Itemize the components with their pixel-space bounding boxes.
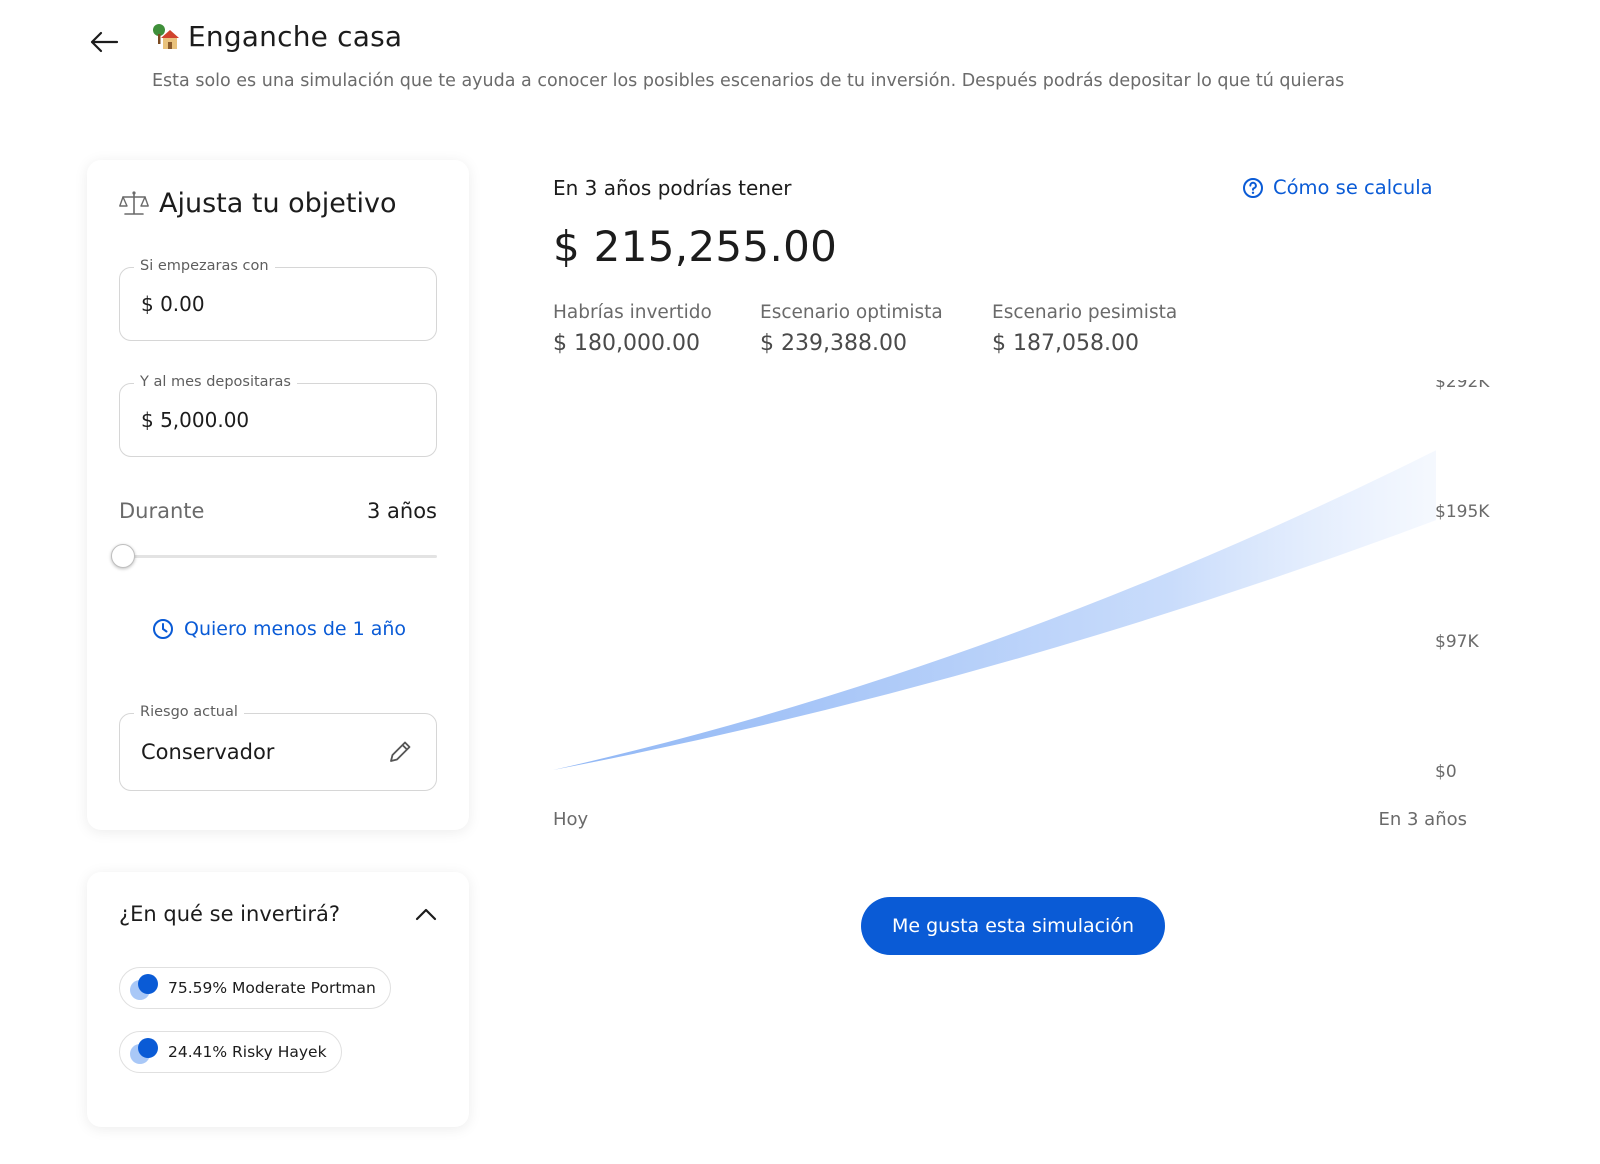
fund-chip[interactable]: 24.41% Risky Hayek	[119, 1031, 342, 1073]
stat-optimistic-value: $ 239,388.00	[760, 331, 907, 356]
y-tick-label: $292K	[1435, 380, 1490, 392]
like-simulation-button[interactable]: Me gusta esta simulación	[861, 897, 1165, 955]
fund-dots-icon	[130, 974, 158, 1002]
objective-title: Ajusta tu objetivo	[159, 188, 397, 219]
monthly-deposit-value[interactable]: $ 5,000.00	[141, 408, 249, 432]
duration-value: 3 años	[366, 499, 437, 523]
start-amount-field[interactable]: Si empezaras con $ 0.00	[119, 258, 437, 341]
back-button[interactable]	[84, 22, 124, 62]
risk-field: Riesgo actual Conservador	[119, 704, 437, 791]
duration-row: Durante 3 años	[119, 499, 437, 523]
page-header: Enganche casa	[150, 20, 402, 53]
stat-optimistic-label: Escenario optimista	[760, 302, 943, 323]
objective-card: Ajusta tu objetivo Si empezaras con $ 0.…	[87, 160, 469, 830]
stat-invested-value: $ 180,000.00	[553, 331, 700, 356]
less-than-year-link[interactable]: Quiero menos de 1 año	[152, 618, 406, 640]
fund-label: 24.41% Risky Hayek	[168, 1043, 327, 1061]
pencil-icon	[390, 741, 411, 762]
stat-pessimistic: Escenario pesimista $ 187,058.00	[992, 302, 1177, 356]
objective-heading: Ajusta tu objetivo	[119, 188, 397, 219]
slider-track	[119, 555, 437, 558]
house-tree-emoji-icon	[150, 22, 180, 52]
stat-pessimistic-value: $ 187,058.00	[992, 331, 1139, 356]
investment-card: ¿En qué se invertirá? 75.59% Moderate Po…	[87, 872, 469, 1127]
investment-toggle[interactable]: ¿En qué se invertirá?	[119, 902, 437, 926]
summary-headline: En 3 años podrías tener	[553, 176, 792, 200]
balance-scale-icon	[119, 190, 149, 215]
arrow-left-icon	[90, 31, 119, 53]
slider-thumb[interactable]	[111, 544, 135, 568]
how-calculated-label: Cómo se calcula	[1273, 176, 1433, 199]
chevron-up-icon	[415, 908, 437, 921]
stat-invested: Habrías invertido $ 180,000.00	[553, 302, 712, 356]
y-tick-label: $0	[1435, 762, 1457, 782]
how-calculated-link[interactable]: Cómo se calcula	[1242, 176, 1433, 199]
x-tick-label: Hoy	[553, 809, 589, 830]
page-subtitle: Esta solo es una simulación que te ayuda…	[152, 71, 1345, 91]
question-circle-icon	[1243, 177, 1263, 198]
duration-slider[interactable]	[111, 544, 437, 568]
projection-chart: $0 $97K $195K $292K Hoy En 3 años	[553, 380, 1490, 830]
page-title: Enganche casa	[188, 20, 403, 53]
risk-label: Riesgo actual	[134, 704, 244, 720]
monthly-deposit-field[interactable]: Y al mes depositaras $ 5,000.00	[119, 374, 437, 457]
projected-amount: $ 215,255.00	[553, 222, 838, 271]
fund-label: 75.59% Moderate Portman	[168, 979, 376, 997]
scenario-band	[553, 450, 1436, 770]
fund-chip[interactable]: 75.59% Moderate Portman	[119, 967, 391, 1009]
edit-risk-button[interactable]	[386, 738, 414, 766]
y-tick-label: $97K	[1435, 632, 1479, 652]
less-than-year-label: Quiero menos de 1 año	[184, 618, 407, 640]
duration-label: Durante	[119, 499, 205, 523]
stat-invested-label: Habrías invertido	[553, 302, 712, 323]
fund-dots-icon	[130, 1038, 158, 1066]
start-amount-label: Si empezaras con	[134, 258, 275, 274]
y-tick-label: $195K	[1435, 502, 1490, 522]
start-amount-value[interactable]: $ 0.00	[141, 292, 205, 316]
clock-icon	[153, 619, 173, 639]
risk-value: Conservador	[141, 740, 275, 764]
monthly-deposit-label: Y al mes depositaras	[134, 374, 297, 390]
investment-title: ¿En qué se invertirá?	[119, 902, 341, 926]
stat-pessimistic-label: Escenario pesimista	[992, 302, 1178, 323]
x-tick-label: En 3 años	[1378, 809, 1467, 830]
stat-optimistic: Escenario optimista $ 239,388.00	[760, 302, 943, 356]
